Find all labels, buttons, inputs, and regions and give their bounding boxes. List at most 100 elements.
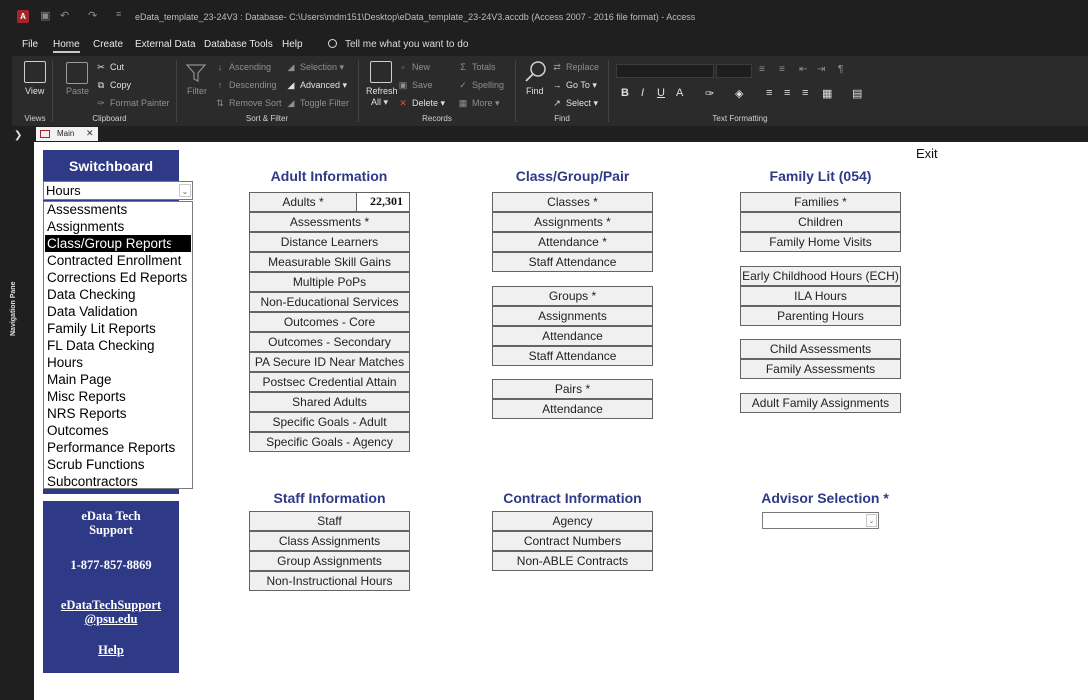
- decrease-indent-icon[interactable]: ⇤: [799, 64, 807, 75]
- list-item[interactable]: Data Checking: [45, 286, 191, 303]
- list-item[interactable]: Subcontractors: [45, 473, 191, 490]
- increase-indent-icon[interactable]: ⇥: [817, 64, 825, 75]
- save-record-button[interactable]: ▣ Save: [398, 80, 433, 91]
- postsec-credential-button[interactable]: Postsec Credential Attain: [249, 372, 410, 392]
- multiple-pops-button[interactable]: Multiple PoPs: [249, 272, 410, 292]
- help-link[interactable]: Help: [43, 643, 179, 658]
- chevron-right-icon[interactable]: ❯: [14, 130, 22, 141]
- highlight-icon[interactable]: ✑: [705, 87, 714, 100]
- tab-home[interactable]: Home: [53, 39, 80, 53]
- pa-secure-id-button[interactable]: PA Secure ID Near Matches: [249, 352, 410, 372]
- filter-icon[interactable]: [185, 62, 207, 84]
- alternate-row-color-icon[interactable]: ▤: [852, 87, 862, 100]
- replace-button[interactable]: ⇄ Replace: [552, 62, 599, 73]
- tab-file[interactable]: File: [22, 39, 38, 50]
- families-button[interactable]: Families *: [740, 192, 901, 212]
- non-educational-services-button[interactable]: Non-Educational Services: [249, 292, 410, 312]
- customize-toolbar-icon[interactable]: ≡: [116, 9, 121, 19]
- fill-color-icon[interactable]: ◈: [735, 87, 743, 100]
- groups-button[interactable]: Groups *: [492, 286, 653, 306]
- selection-button[interactable]: ◢ Selection ▾: [286, 62, 345, 73]
- class-attendance-button[interactable]: Attendance *: [492, 232, 653, 252]
- child-assessments-button[interactable]: Child Assessments: [740, 339, 901, 359]
- select-button[interactable]: ↗ Select ▾: [552, 98, 598, 109]
- view-icon[interactable]: [24, 61, 46, 83]
- tab-create[interactable]: Create: [93, 39, 123, 50]
- bullets-icon[interactable]: ≡: [759, 64, 765, 75]
- ascending-button[interactable]: ↓ Ascending: [215, 62, 271, 72]
- adult-assessments-button[interactable]: Assessments *: [249, 212, 410, 232]
- family-assessments-button[interactable]: Family Assessments: [740, 359, 901, 379]
- group-assignments-button[interactable]: Assignments: [492, 306, 653, 326]
- exit-button[interactable]: Exit: [916, 146, 938, 161]
- list-item[interactable]: Family Lit Reports: [45, 320, 191, 337]
- descending-button[interactable]: ↑ Descending: [215, 80, 277, 90]
- list-item[interactable]: Main Page: [45, 371, 191, 388]
- copy-button[interactable]: ⧉ Copy: [96, 80, 131, 91]
- children-button[interactable]: Children: [740, 212, 901, 232]
- tell-me-search[interactable]: Tell me what you want to do: [328, 39, 468, 50]
- non-able-contracts-button[interactable]: Non-ABLE Contracts: [492, 551, 653, 571]
- advisor-dropdown[interactable]: ⌄: [762, 512, 879, 529]
- find-icon[interactable]: [524, 60, 546, 82]
- support-email-line1[interactable]: eDataTechSupport: [43, 598, 179, 613]
- numbering-icon[interactable]: ≡: [779, 64, 785, 75]
- early-childhood-hours-button[interactable]: Early Childhood Hours (ECH): [740, 266, 901, 286]
- list-item[interactable]: Outcomes: [45, 422, 191, 439]
- list-item[interactable]: Data Validation: [45, 303, 191, 320]
- chevron-down-icon[interactable]: ⌄: [866, 514, 877, 527]
- more-button[interactable]: ▦ More ▾: [458, 98, 500, 109]
- staff-class-assignments-button[interactable]: Class Assignments: [249, 531, 410, 551]
- save-icon[interactable]: ▣: [40, 9, 50, 22]
- class-staff-attendance-button[interactable]: Staff Attendance: [492, 252, 653, 272]
- agency-button[interactable]: Agency: [492, 511, 653, 531]
- align-right-icon[interactable]: ≡: [802, 87, 808, 99]
- pair-attendance-button[interactable]: Attendance: [492, 399, 653, 419]
- delete-button[interactable]: ✕ Delete ▾: [398, 98, 445, 109]
- support-email-line2[interactable]: @psu.edu: [43, 612, 179, 627]
- find-button[interactable]: Find: [526, 86, 544, 96]
- tab-main-form[interactable]: Main ✕: [36, 127, 98, 141]
- group-attendance-button[interactable]: Attendance: [492, 326, 653, 346]
- class-assignments-button[interactable]: Assignments *: [492, 212, 653, 232]
- italic-button[interactable]: I: [641, 87, 644, 99]
- measurable-skill-gains-button[interactable]: Measurable Skill Gains: [249, 252, 410, 272]
- tab-help[interactable]: Help: [282, 39, 303, 50]
- staff-button[interactable]: Staff: [249, 511, 410, 531]
- view-button[interactable]: View: [25, 86, 44, 96]
- refresh-button[interactable]: Refresh: [366, 86, 398, 96]
- paste-button[interactable]: Paste: [66, 86, 89, 96]
- filter-button[interactable]: Filter: [187, 86, 207, 96]
- align-center-icon[interactable]: ≡: [784, 87, 790, 99]
- tab-database-tools[interactable]: Database Tools: [204, 39, 273, 50]
- parenting-hours-button[interactable]: Parenting Hours: [740, 306, 901, 326]
- list-item[interactable]: Scrub Functions: [45, 456, 191, 473]
- navigation-pane[interactable]: ❯ Navigation Pane: [0, 126, 33, 700]
- ila-hours-button[interactable]: ILA Hours: [740, 286, 901, 306]
- list-item[interactable]: Misc Reports: [45, 388, 191, 405]
- family-home-visits-button[interactable]: Family Home Visits: [740, 232, 901, 252]
- format-painter-button[interactable]: ✑ Format Painter: [96, 98, 169, 109]
- redo-icon[interactable]: ↷: [88, 9, 97, 22]
- paste-icon[interactable]: [66, 62, 88, 84]
- list-item[interactable]: FL Data Checking: [45, 337, 191, 354]
- cut-button[interactable]: ✂ Cut: [96, 62, 124, 73]
- align-left-icon[interactable]: ≡: [766, 87, 772, 99]
- font-name-dropdown[interactable]: [616, 64, 714, 78]
- gridlines-icon[interactable]: ▦: [822, 87, 832, 100]
- specific-goals-agency-button[interactable]: Specific Goals - Agency: [249, 432, 410, 452]
- list-item[interactable]: Assessments: [45, 201, 191, 218]
- list-item[interactable]: Performance Reports: [45, 439, 191, 456]
- non-instructional-hours-button[interactable]: Non-Instructional Hours: [249, 571, 410, 591]
- contract-numbers-button[interactable]: Contract Numbers: [492, 531, 653, 551]
- toggle-filter-button[interactable]: ◢ Toggle Filter: [286, 98, 350, 109]
- list-item[interactable]: Hours: [45, 354, 191, 371]
- refresh-all-button[interactable]: All ▾: [371, 97, 388, 108]
- distance-learners-button[interactable]: Distance Learners: [249, 232, 410, 252]
- staff-group-assignments-button[interactable]: Group Assignments: [249, 551, 410, 571]
- adults-button[interactable]: Adults *: [249, 192, 357, 212]
- paragraph-direction-icon[interactable]: ¶: [838, 64, 843, 75]
- go-to-button[interactable]: → Go To ▾: [552, 80, 597, 91]
- advanced-button[interactable]: ◢ Advanced ▾: [286, 80, 348, 91]
- list-item[interactable]: Contracted Enrollment: [45, 252, 191, 269]
